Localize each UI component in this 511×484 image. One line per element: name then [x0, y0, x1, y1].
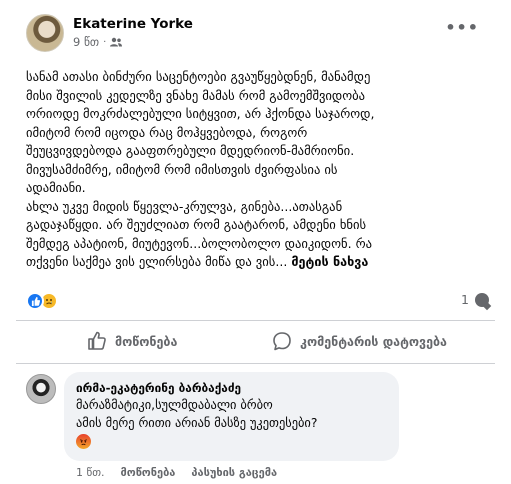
post-line: მივუსამძიმრე, იმიტომ რომ იმისთვის ძვირფა… [26, 161, 338, 177]
post-line: ახლა უკვე მიდის წყევლა-კრულვა, გინება...… [26, 198, 343, 214]
comment-author[interactable]: ირმა-ეკატერინე ბარბაქაძე [76, 380, 387, 396]
comment-line: ამის მერე რითი არიან მასზე უკეთესები? [76, 415, 318, 430]
post-meta: 9 წთ · [73, 35, 123, 49]
post-author[interactable]: Ekaterine Yorke [73, 16, 193, 32]
thumbs-up-icon [88, 331, 106, 350]
comment-like-link[interactable]: მოწონება [121, 466, 176, 479]
angry-emoji-icon [76, 434, 91, 449]
post-line: იმიტომ რომ იცოდა რაც მოჰყვებოდა, როგორ [26, 124, 308, 140]
post-line: თქვენი საქმეა ვის ელირსება მიწა და ვის..… [26, 254, 288, 269]
comment-text: მარაზმატიკი,სულმდაბალი ბრბო ამის მერე რი… [76, 396, 387, 432]
comment-reply-link[interactable]: პასუხის გაცემა [191, 466, 277, 479]
post-line: გადაჯაწყდი. არ შეუძლიათ რომ გაატარონ, ამ… [26, 217, 367, 232]
comment-icon [273, 332, 291, 351]
reaction-summary[interactable] [26, 292, 58, 310]
post-card: Ekaterine Yorke 9 წთ · ••• სანამ ათასი ბ… [0, 0, 511, 484]
like-reaction-icon [26, 292, 44, 310]
author-avatar[interactable] [26, 14, 64, 52]
see-more-link[interactable]: მეტის ნახვა [291, 254, 368, 269]
commenter-avatar[interactable] [26, 374, 56, 404]
comment-label: კომენტარის დატოვება [300, 333, 447, 349]
post-line: მისი შვილის კედელზე ვნახე მამას რომ გამო… [26, 87, 366, 103]
post-line: შეუცვივდებოდა გააფთრებული მდედრიონ-მამრი… [26, 143, 355, 158]
comment-line: მარაზმატიკი,სულმდაბალი ბრბო [76, 397, 273, 412]
more-icon[interactable]: ••• [445, 18, 479, 37]
comment-actions: 1 წთ. მოწონება პასუხის გაცემა [76, 466, 277, 479]
post-time[interactable]: 9 წთ [73, 35, 99, 49]
divider [16, 320, 495, 321]
comment-count-value: 1 [461, 292, 469, 307]
post-line: სანამ ათასი ბინძური საცენტოები გვაუწყებდ… [26, 69, 371, 84]
post-line: ორიოდე მოკრძალებული სიტყვით, არ ჰქონდა ს… [26, 106, 375, 121]
post-line: შემდეგ აპატიონ, მიუტევონ...ბოლობოლო დაიკ… [26, 235, 373, 251]
comment-time[interactable]: 1 წთ. [76, 466, 105, 479]
friends-icon [110, 37, 123, 47]
post-line-last: თქვენი საქმეა ვის ელირსება მიწა და ვის..… [26, 253, 476, 272]
divider [16, 363, 495, 364]
comment-button[interactable]: კომენტარის დატოვება [272, 331, 447, 351]
comment-bubble: ირმა-ეკატერინე ბარბაქაძე მარაზმატიკი,სულ… [64, 372, 399, 461]
post-line: ადამიანი. [26, 180, 86, 195]
meta-separator: · [103, 36, 107, 48]
post-body: სანამ ათასი ბინძური საცენტოები გვაუწყებდ… [26, 68, 476, 272]
comment-bubble-icon [475, 292, 489, 307]
like-label: მოწონება [115, 333, 178, 349]
comment-count[interactable]: 1 [461, 292, 489, 307]
like-button[interactable]: მოწონება [87, 331, 177, 351]
